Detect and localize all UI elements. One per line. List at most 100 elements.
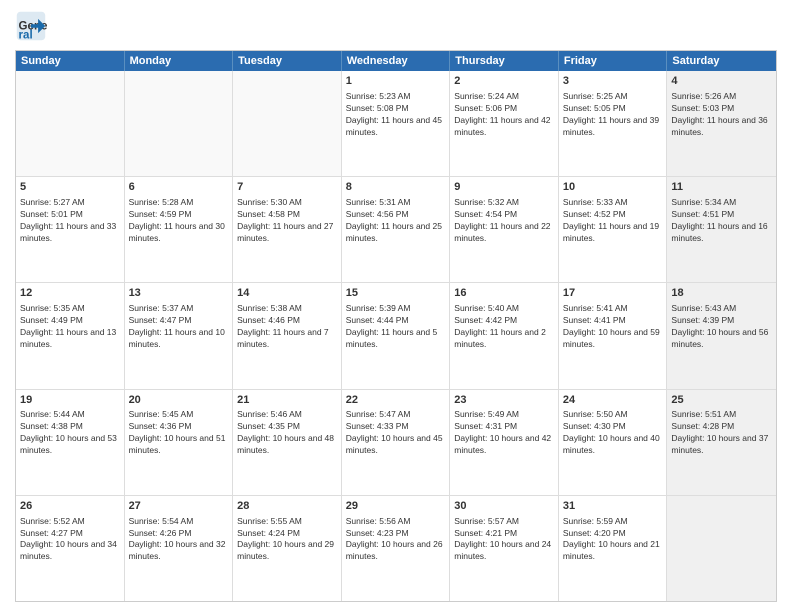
day-info: Sunrise: 5:52 AMSunset: 4:27 PMDaylight:… [20,516,120,564]
day-cell-30: 30Sunrise: 5:57 AMSunset: 4:21 PMDayligh… [450,496,559,601]
day-cell-11: 11 Sunrise: 5:34 AMSunset: 4:51 PMDayligh… [667,177,776,282]
day-number: 9 [454,180,554,195]
day-info: Sunrise: 5:39 AMSunset: 4:44 PMDaylight:… [346,303,446,351]
day-info: Sunrise: 5:30 AMSunset: 4:58 PMDaylight:… [237,197,337,245]
day-info: Sunrise: 5:55 AMSunset: 4:24 PMDaylight:… [237,516,337,564]
day-number: 5 [20,180,120,195]
day-number: 31 [563,499,663,514]
day-info: Sunrise: 5:46 AMSunset: 4:35 PMDaylight:… [237,409,337,457]
day-cell-20: 20Sunrise: 5:45 AMSunset: 4:36 PMDayligh… [125,390,234,495]
day-cell-8: 8 Sunrise: 5:31 AMSunset: 4:56 PMDaylight… [342,177,451,282]
day-cell-16: 16Sunrise: 5:40 AMSunset: 4:42 PMDayligh… [450,283,559,388]
day-header-thursday: Thursday [450,51,559,71]
day-number: 14 [237,286,337,301]
day-info: Sunrise: 5:43 AMSunset: 4:39 PMDaylight:… [671,303,772,351]
calendar-row-2: 5 Sunrise: 5:27 AMSunset: 5:01 PMDaylight… [16,177,776,283]
day-cell-25: 25Sunrise: 5:51 AMSunset: 4:28 PMDayligh… [667,390,776,495]
day-cell-6: 6Sunrise: 5:28 AMSunset: 4:59 PMDaylight… [125,177,234,282]
day-cell-21: 21Sunrise: 5:46 AMSunset: 4:35 PMDayligh… [233,390,342,495]
day-number: 23 [454,393,554,408]
day-number: 26 [20,499,120,514]
day-number: 25 [671,393,772,408]
day-info: Sunrise: 5:45 AMSunset: 4:36 PMDaylight:… [129,409,229,457]
empty-cell-r4c6 [667,496,776,601]
day-cell-29: 29Sunrise: 5:56 AMSunset: 4:23 PMDayligh… [342,496,451,601]
day-info: Sunrise: 5:47 AMSunset: 4:33 PMDaylight:… [346,409,446,457]
page-header: Gene ral [15,10,777,42]
day-number: 21 [237,393,337,408]
day-cell-2: 2Sunrise: 5:24 AMSunset: 5:06 PMDaylight… [450,71,559,176]
day-cell-24: 24Sunrise: 5:50 AMSunset: 4:30 PMDayligh… [559,390,668,495]
day-header-sunday: Sunday [16,51,125,71]
day-info: Sunrise: 5:34 AMSunset: 4:51 PMDaylight:… [671,197,772,245]
day-cell-1: 1Sunrise: 5:23 AMSunset: 5:08 PMDaylight… [342,71,451,176]
day-number: 27 [129,499,229,514]
logo: Gene ral [15,10,51,42]
day-info: Sunrise: 5:50 AMSunset: 4:30 PMDaylight:… [563,409,663,457]
day-number: 8 [346,180,446,195]
day-number: 12 [20,286,120,301]
empty-cell-r0c1 [125,71,234,176]
calendar-row-5: 26 Sunrise: 5:52 AMSunset: 4:27 PMDayligh… [16,496,776,601]
calendar: SundayMondayTuesdayWednesdayThursdayFrid… [15,50,777,602]
day-info: Sunrise: 5:49 AMSunset: 4:31 PMDaylight:… [454,409,554,457]
day-cell-22: 22Sunrise: 5:47 AMSunset: 4:33 PMDayligh… [342,390,451,495]
day-cell-15: 15 Sunrise: 5:39 AMSunset: 4:44 PMDayligh… [342,283,451,388]
day-info: Sunrise: 5:37 AMSunset: 4:47 PMDaylight:… [129,303,229,351]
day-cell-7: 7 Sunrise: 5:30 AMSunset: 4:58 PMDaylight… [233,177,342,282]
day-cell-26: 26 Sunrise: 5:52 AMSunset: 4:27 PMDayligh… [16,496,125,601]
svg-text:ral: ral [19,29,33,41]
calendar-row-4: 19Sunrise: 5:44 AMSunset: 4:38 PMDayligh… [16,390,776,496]
day-number: 20 [129,393,229,408]
day-cell-27: 27 Sunrise: 5:54 AMSunset: 4:26 PMDayligh… [125,496,234,601]
day-header-saturday: Saturday [667,51,776,71]
day-info: Sunrise: 5:27 AMSunset: 5:01 PMDaylight:… [20,197,120,245]
day-cell-17: 17Sunrise: 5:41 AMSunset: 4:41 PMDayligh… [559,283,668,388]
calendar-row-1: 1Sunrise: 5:23 AMSunset: 5:08 PMDaylight… [16,71,776,177]
day-info: Sunrise: 5:38 AMSunset: 4:46 PMDaylight:… [237,303,337,351]
day-number: 28 [237,499,337,514]
day-cell-4: 4 Sunrise: 5:26 AMSunset: 5:03 PMDaylight… [667,71,776,176]
day-cell-5: 5 Sunrise: 5:27 AMSunset: 5:01 PMDaylight… [16,177,125,282]
day-number: 24 [563,393,663,408]
day-number: 15 [346,286,446,301]
empty-cell-r0c0 [16,71,125,176]
day-info: Sunrise: 5:31 AMSunset: 4:56 PMDaylight:… [346,197,446,245]
day-info: Sunrise: 5:51 AMSunset: 4:28 PMDaylight:… [671,409,772,457]
day-info: Sunrise: 5:59 AMSunset: 4:20 PMDaylight:… [563,516,663,564]
day-number: 13 [129,286,229,301]
day-cell-12: 12 Sunrise: 5:35 AMSunset: 4:49 PMDayligh… [16,283,125,388]
day-cell-18: 18Sunrise: 5:43 AMSunset: 4:39 PMDayligh… [667,283,776,388]
calendar-body: 1Sunrise: 5:23 AMSunset: 5:08 PMDaylight… [16,71,776,601]
logo-icon: Gene ral [15,10,47,42]
day-info: Sunrise: 5:54 AMSunset: 4:26 PMDaylight:… [129,516,229,564]
day-info: Sunrise: 5:28 AMSunset: 4:59 PMDaylight:… [129,197,229,245]
day-number: 10 [563,180,663,195]
day-info: Sunrise: 5:41 AMSunset: 4:41 PMDaylight:… [563,303,663,351]
day-header-monday: Monday [125,51,234,71]
day-info: Sunrise: 5:25 AMSunset: 5:05 PMDaylight:… [563,91,663,139]
day-number: 22 [346,393,446,408]
day-cell-13: 13 Sunrise: 5:37 AMSunset: 4:47 PMDayligh… [125,283,234,388]
day-cell-14: 14 Sunrise: 5:38 AMSunset: 4:46 PMDayligh… [233,283,342,388]
day-cell-28: 28 Sunrise: 5:55 AMSunset: 4:24 PMDayligh… [233,496,342,601]
day-number: 1 [346,74,446,89]
day-info: Sunrise: 5:26 AMSunset: 5:03 PMDaylight:… [671,91,772,139]
day-number: 4 [671,74,772,89]
day-header-friday: Friday [559,51,668,71]
day-info: Sunrise: 5:56 AMSunset: 4:23 PMDaylight:… [346,516,446,564]
day-number: 7 [237,180,337,195]
day-cell-3: 3 Sunrise: 5:25 AMSunset: 5:05 PMDaylight… [559,71,668,176]
calendar-header: SundayMondayTuesdayWednesdayThursdayFrid… [16,51,776,71]
day-cell-19: 19Sunrise: 5:44 AMSunset: 4:38 PMDayligh… [16,390,125,495]
day-header-wednesday: Wednesday [342,51,451,71]
day-number: 19 [20,393,120,408]
calendar-row-3: 12 Sunrise: 5:35 AMSunset: 4:49 PMDayligh… [16,283,776,389]
day-number: 11 [671,180,772,195]
empty-cell-r0c2 [233,71,342,176]
day-cell-9: 9Sunrise: 5:32 AMSunset: 4:54 PMDaylight… [450,177,559,282]
day-number: 16 [454,286,554,301]
day-info: Sunrise: 5:35 AMSunset: 4:49 PMDaylight:… [20,303,120,351]
day-number: 3 [563,74,663,89]
day-info: Sunrise: 5:57 AMSunset: 4:21 PMDaylight:… [454,516,554,564]
